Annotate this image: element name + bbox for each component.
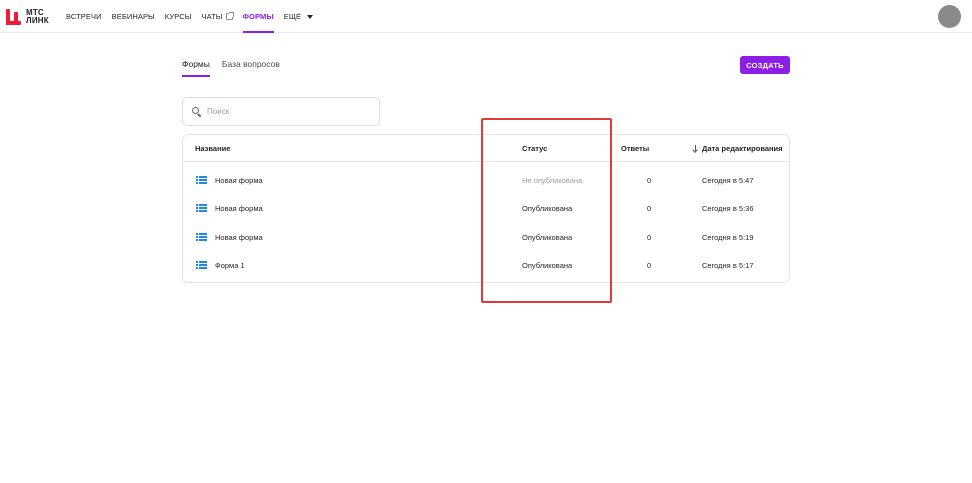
tab-question-bank[interactable]: База вопросов [222,59,280,77]
nav-item-courses[interactable]: КУРСЫ [165,0,192,33]
form-answers: 0 [647,204,652,213]
create-button[interactable]: СОЗДАТЬ [740,56,790,74]
form-edited-date: Сегодня в 5:19 [702,233,754,242]
column-header-name[interactable]: Название [195,144,230,153]
form-list-icon [196,176,207,184]
chevron-down-icon [307,14,314,19]
mts-link-logo[interactable]: МТС ЛИНК [6,8,58,26]
form-answers: 0 [647,233,652,242]
external-link-icon [225,12,234,20]
form-edited-date: Сегодня в 5:17 [702,261,754,270]
form-answers: 0 [647,176,652,185]
sort-arrow-down-icon [692,145,698,153]
form-answers: 0 [647,261,652,270]
form-name[interactable]: Новая форма [215,233,263,242]
nav-item-forms[interactable]: ФОРМЫ [242,0,275,33]
nav-item-more[interactable]: ЕЩЁ [284,0,314,33]
column-header-edited[interactable]: Дата редактирования [692,144,783,153]
form-name[interactable]: Форма 1 [215,261,245,270]
top-navigation-bar: МТС ЛИНК ВСТРЕЧИ ВЕБИНАРЫ КУРСЫ ЧАТЫ ФОР… [0,0,972,33]
forms-subtabs: Формы База вопросов [182,59,292,77]
search-placeholder: Поиск [207,107,230,116]
tab-forms[interactable]: Формы [182,59,210,77]
search-icon [192,106,202,117]
nav-item-meetings[interactable]: ВСТРЕЧИ [66,0,102,33]
status-column-highlight [481,118,612,303]
form-list-icon [196,261,207,269]
logo-mark-icon [6,9,21,25]
nav-item-chats[interactable]: ЧАТЫ [202,0,234,33]
form-name[interactable]: Новая форма [215,176,263,185]
form-list-icon [196,204,207,212]
nav-item-webinars[interactable]: ВЕБИНАРЫ [112,0,155,33]
form-edited-date: Сегодня в 5:36 [702,204,754,213]
form-name[interactable]: Новая форма [215,204,263,213]
main-nav: ВСТРЕЧИ ВЕБИНАРЫ КУРСЫ ЧАТЫ ФОРМЫ ЕЩЁ [66,0,323,33]
search-input[interactable]: Поиск [182,97,380,126]
user-avatar[interactable] [938,5,961,28]
logo-text: МТС ЛИНК [26,8,49,25]
form-edited-date: Сегодня в 5:47 [702,176,754,185]
column-header-answers[interactable]: Ответы [621,144,649,153]
form-list-icon [196,233,207,241]
